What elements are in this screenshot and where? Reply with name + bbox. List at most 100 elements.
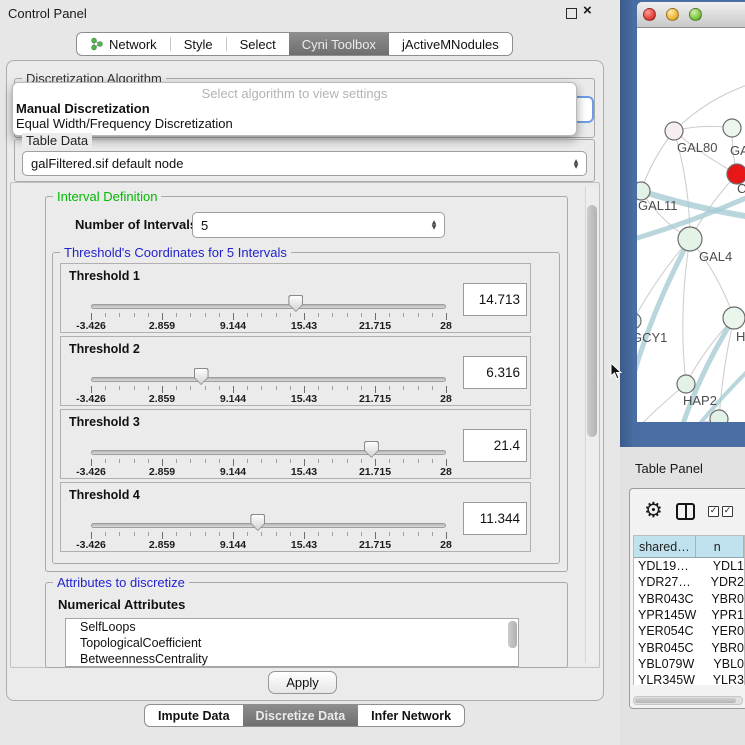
slider-tick [361, 532, 362, 536]
network-edge[interactable] [637, 419, 719, 422]
vertical-scrollbar-thumb[interactable] [587, 205, 597, 437]
attribute-list-item[interactable]: TopologicalCoefficient [66, 635, 518, 651]
slider-tick [276, 532, 277, 536]
threshold-value-input[interactable]: 11.344 [463, 502, 527, 535]
network-node[interactable] [710, 410, 728, 422]
number-of-intervals-value: 5 [193, 218, 427, 233]
threshold-panel: Threshold 3-3.4262.8599.14415.4321.71528… [60, 409, 531, 479]
table-row[interactable]: YDL19…YDL1 [634, 558, 744, 574]
table-row[interactable]: YBL079WYBL0 [634, 656, 744, 672]
close-icon[interactable]: × [583, 2, 592, 19]
network-node-label: C [737, 181, 745, 196]
slider-tick-label: 21.715 [359, 466, 391, 478]
threshold-slider-thumb[interactable] [288, 295, 303, 312]
slider-tick [432, 313, 433, 317]
minimize-light-yellow-icon[interactable] [666, 8, 679, 21]
tab-infer-network[interactable]: Infer Network [358, 705, 464, 726]
horizontal-scrollbar-thumb[interactable] [635, 698, 736, 703]
attribute-list-item[interactable]: BetweennessCentrality [66, 651, 518, 667]
slider-tick [134, 386, 135, 390]
table-row[interactable]: YBR045CYBR0 [634, 639, 744, 655]
network-node-h[interactable] [723, 307, 745, 329]
slider-tick-label: 28 [440, 466, 452, 478]
table-row[interactable]: YPR145WYPR1 [634, 607, 744, 623]
table-row[interactable]: YLR345WYLR3 [634, 672, 744, 685]
network-node-gcy1[interactable] [637, 313, 641, 329]
threshold-slider-track[interactable] [91, 304, 446, 309]
table-cell: YLR3 [710, 673, 744, 685]
tab-network[interactable]: Network [77, 33, 170, 55]
slider-tick [418, 459, 419, 463]
network-node-ga[interactable] [723, 119, 741, 137]
slider-tick-label: 21.715 [359, 393, 391, 405]
network-window-titlebar[interactable] [637, 2, 745, 28]
network-node-label: GAL4 [699, 249, 732, 264]
column-header[interactable]: shared… [634, 536, 696, 557]
tab-impute-data[interactable]: Impute Data [145, 705, 243, 726]
slider-tick [261, 313, 262, 317]
network-edge[interactable] [641, 131, 674, 191]
tab-discretize-data[interactable]: Discretize Data [243, 705, 359, 726]
table-cell: YBR0 [708, 592, 744, 606]
network-canvas[interactable]: GAL80GACGAL11GAL4GCY1HHAP2 [637, 28, 745, 422]
vertical-scrollbar[interactable] [585, 187, 598, 663]
attribute-list-item[interactable]: SelfLoops [66, 619, 518, 635]
threshold-slider-thumb[interactable] [194, 368, 209, 385]
horizontal-scrollbar[interactable] [633, 696, 743, 705]
network-node-gal4[interactable] [678, 227, 702, 251]
threshold-value-input[interactable]: 14.713 [463, 283, 527, 316]
threshold-value-input[interactable]: 21.4 [463, 429, 527, 462]
split-column-icon[interactable] [676, 503, 695, 520]
dropdown-option[interactable]: Manual Discretization [13, 101, 576, 116]
network-node-label: GA [730, 143, 745, 158]
slider-tick [276, 386, 277, 390]
slider-tick [389, 532, 390, 536]
slider-tick [375, 313, 376, 320]
table-data-combobox[interactable]: galFiltered.sif default node ▲▼ [22, 151, 587, 176]
node-table[interactable]: shared…n YDL19…YDL1YDR27…YDR2YBR043CYBR0… [633, 535, 745, 685]
table-cell: YER054C [634, 624, 708, 638]
network-node-gal80[interactable] [665, 122, 683, 140]
slider-tick [418, 532, 419, 536]
numerical-attributes-list[interactable]: SelfLoopsTopologicalCoefficientBetweenne… [65, 618, 519, 667]
gear-icon[interactable]: ⚙ [644, 499, 663, 521]
threshold-slider-track[interactable] [91, 377, 446, 382]
threshold-slider-track[interactable] [91, 523, 446, 528]
threshold-slider-thumb[interactable] [250, 514, 265, 531]
float-window-icon[interactable] [566, 8, 577, 19]
slider-tick [403, 532, 404, 536]
list-scrollbar-thumb[interactable] [508, 621, 517, 648]
cyni-bottom-tabbar: Impute DataDiscretize DataInfer Network [144, 704, 465, 727]
table-row[interactable]: YBR043CYBR0 [634, 591, 744, 607]
slider-tick [432, 532, 433, 536]
checkbox-checked-icon[interactable]: ✓ [722, 506, 733, 517]
zoom-light-green-icon[interactable] [689, 8, 702, 21]
slider-tick [375, 459, 376, 466]
slider-tick [446, 532, 447, 539]
close-light-red-icon[interactable] [643, 8, 656, 21]
tab-style[interactable]: Style [171, 33, 226, 55]
table-row[interactable]: YDR27…YDR2 [634, 574, 744, 590]
slider-tick [247, 459, 248, 463]
slider-tick [290, 386, 291, 390]
column-header[interactable]: n [696, 536, 744, 557]
dropdown-option[interactable]: Equal Width/Frequency Discretization [13, 116, 576, 131]
slider-tick [119, 313, 120, 317]
slider-tick [318, 532, 319, 536]
tab-jactivemnodules[interactable]: jActiveMNodules [389, 33, 512, 55]
slider-tick [91, 532, 92, 539]
tab-select[interactable]: Select [227, 33, 289, 55]
tab-cyni-toolbox[interactable]: Cyni Toolbox [289, 33, 389, 55]
network-edge[interactable] [683, 239, 690, 384]
table-row[interactable]: YER054CYER0 [634, 623, 744, 639]
table-cell: YER0 [708, 624, 744, 638]
threshold-slider-thumb[interactable] [364, 441, 379, 458]
apply-button[interactable]: Apply [268, 671, 337, 694]
checkbox-checked-icon[interactable]: ✓ [708, 506, 719, 517]
threshold-value-input[interactable]: 6.316 [463, 356, 527, 389]
slider-tick [318, 313, 319, 317]
network-node-hap2[interactable] [677, 375, 695, 393]
number-of-intervals-combobox[interactable]: 5 ▲▼ [192, 212, 445, 238]
slider-tick [375, 386, 376, 393]
threshold-slider-track[interactable] [91, 450, 446, 455]
